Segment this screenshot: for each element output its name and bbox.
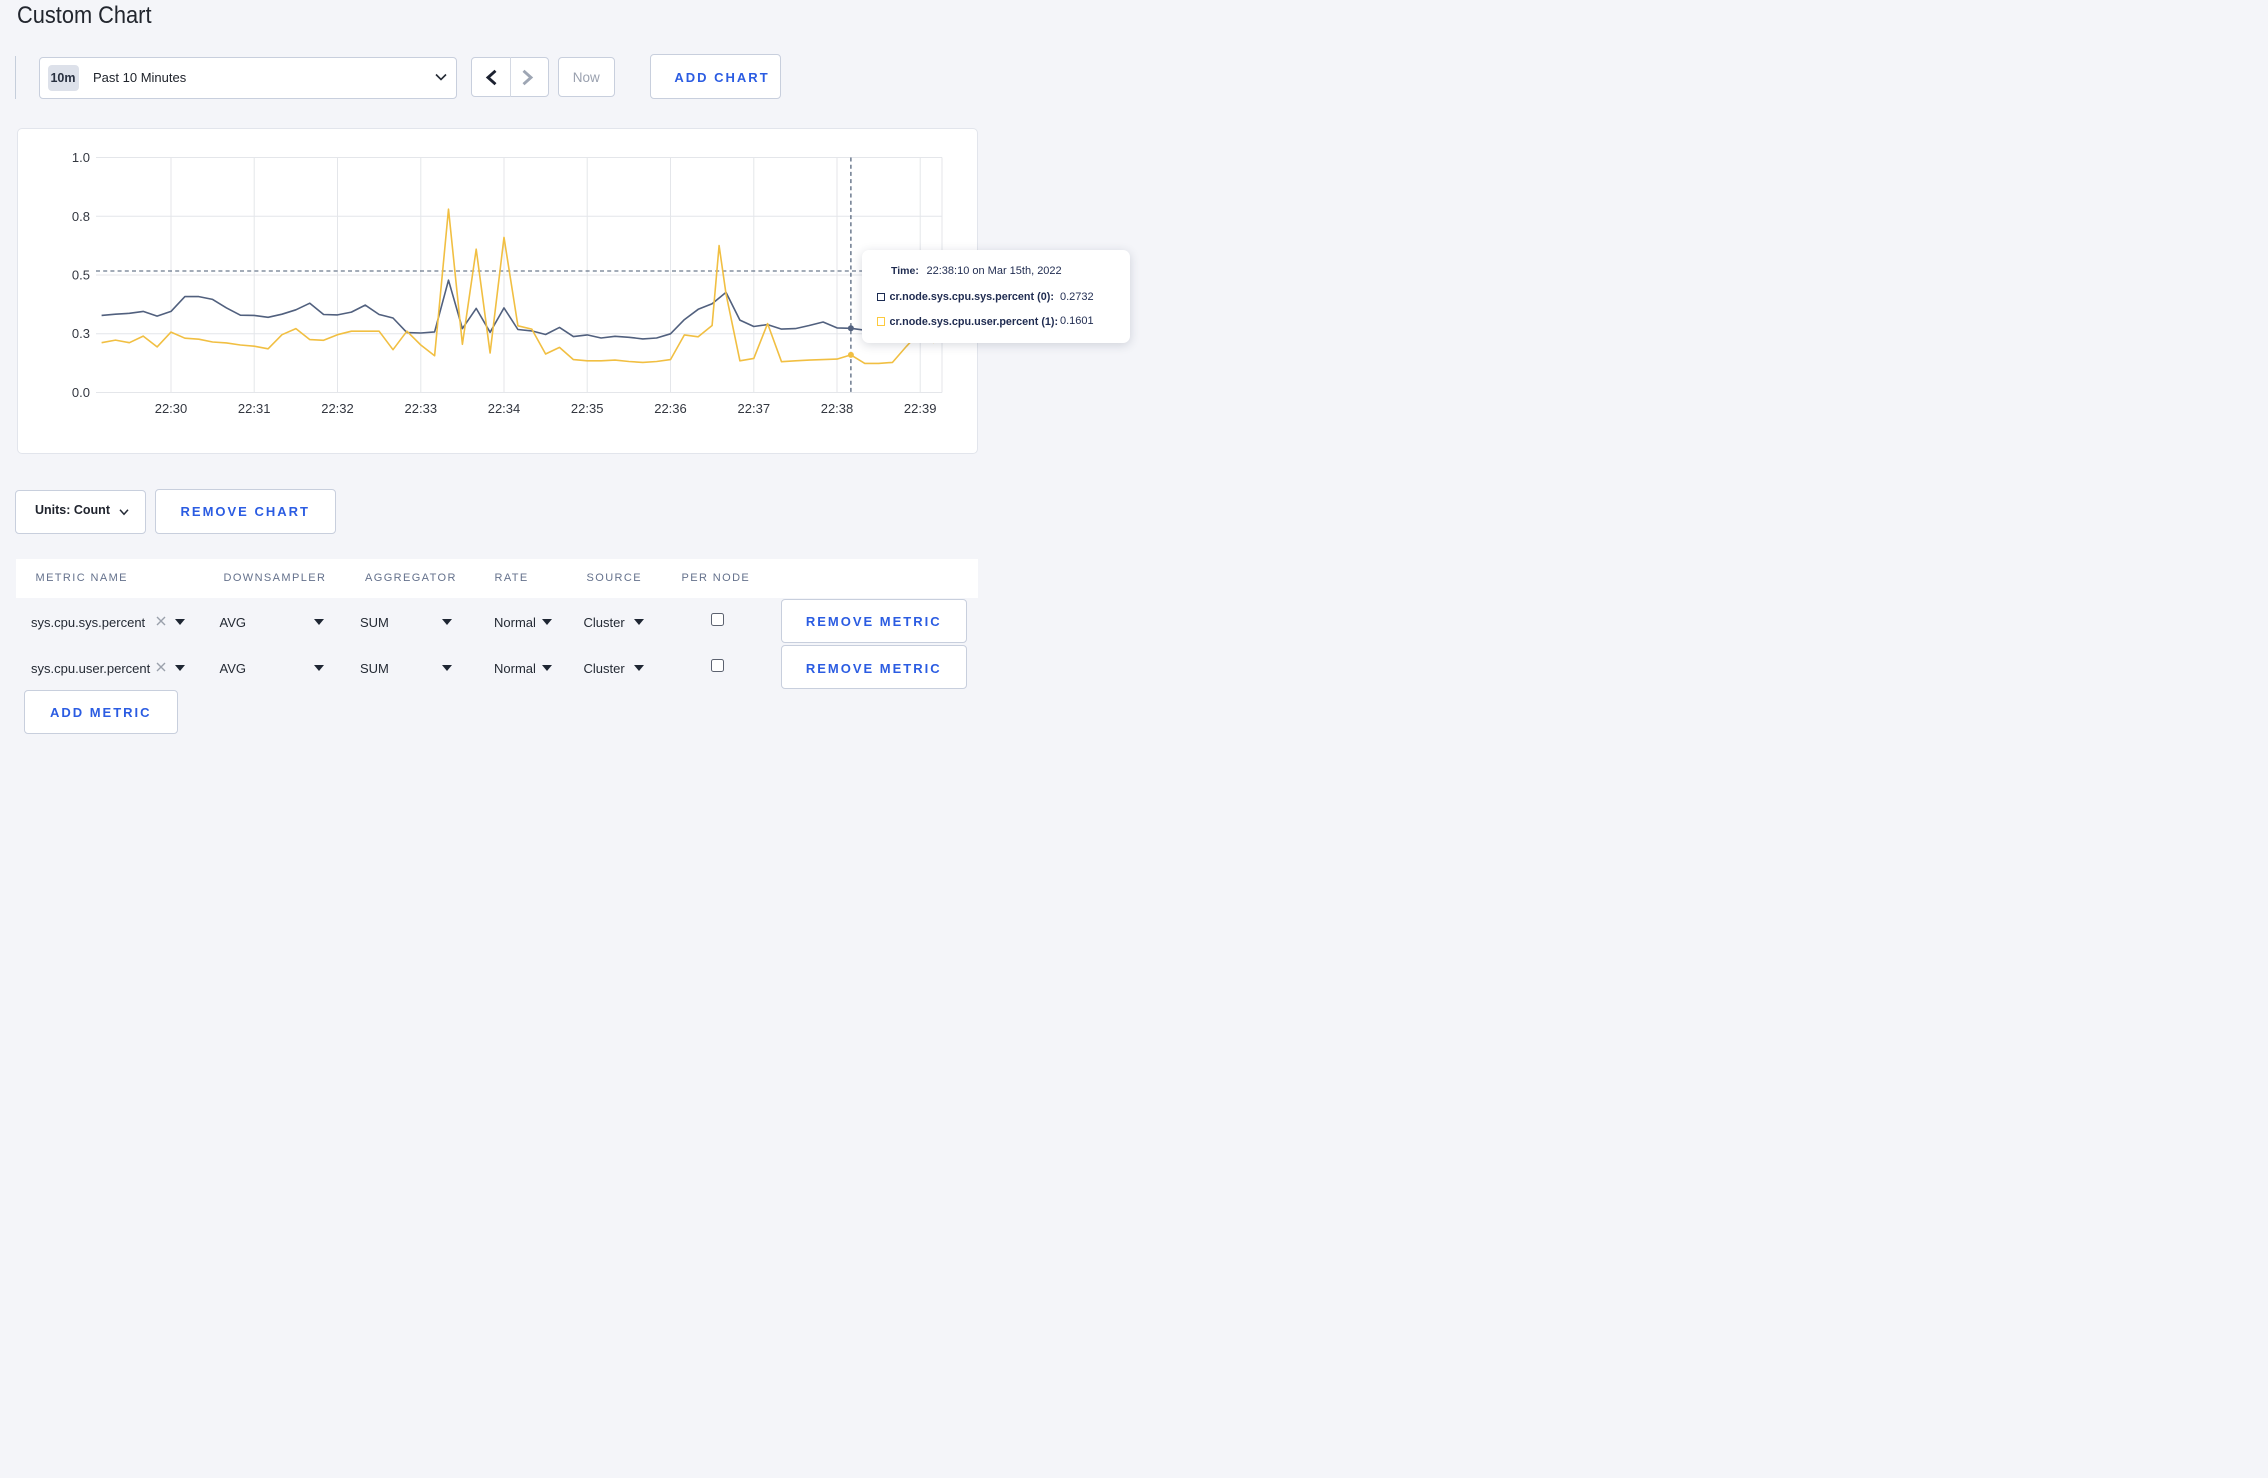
svg-text:22:31: 22:31 <box>238 401 271 416</box>
svg-text:0.0: 0.0 <box>72 385 90 400</box>
svg-text:22:36: 22:36 <box>654 401 687 416</box>
svg-text:0.5: 0.5 <box>72 268 90 283</box>
svg-text:22:33: 22:33 <box>405 401 438 416</box>
svg-text:22:38: 22:38 <box>821 401 854 416</box>
svg-text:1.0: 1.0 <box>72 150 90 165</box>
svg-text:22:39: 22:39 <box>904 401 937 416</box>
svg-text:22:32: 22:32 <box>321 401 354 416</box>
svg-text:22:30: 22:30 <box>155 401 188 416</box>
svg-text:0.3: 0.3 <box>72 326 90 341</box>
svg-text:0.8: 0.8 <box>72 209 90 224</box>
svg-text:22:34: 22:34 <box>488 401 521 416</box>
svg-text:22:37: 22:37 <box>738 401 771 416</box>
svg-text:22:35: 22:35 <box>571 401 604 416</box>
